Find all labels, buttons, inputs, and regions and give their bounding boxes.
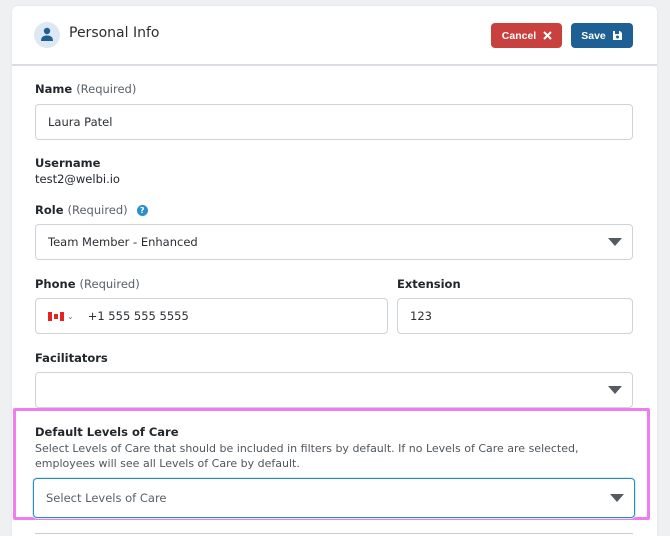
name-input[interactable]: Laura Patel <box>35 104 633 140</box>
caret-down-icon <box>610 494 624 502</box>
facilitators-label: Facilitators <box>35 351 108 365</box>
save-button[interactable]: Save <box>571 23 633 48</box>
canada-flag-icon[interactable]: ⌄ <box>48 311 74 321</box>
role-label-text: Role <box>35 203 64 217</box>
username-value: test2@welbi.io <box>35 172 120 186</box>
name-required-text: (Required) <box>76 82 137 96</box>
extension-input[interactable]: 123 <box>397 298 633 334</box>
username-label: Username <box>35 156 101 170</box>
role-select[interactable]: Team Member - Enhanced <box>35 224 633 260</box>
levels-of-care-label: Default Levels of Care <box>35 425 179 439</box>
cancel-button[interactable]: Cancel <box>491 23 562 48</box>
phone-label-text: Phone <box>35 277 76 291</box>
cancel-button-label: Cancel <box>501 29 537 42</box>
close-icon <box>543 31 552 40</box>
name-label-text: Name <box>35 82 73 96</box>
chevron-down-icon: ⌄ <box>67 311 74 321</box>
caret-down-icon <box>608 238 622 246</box>
caret-down-icon <box>608 386 622 394</box>
extension-label: Extension <box>397 277 461 291</box>
floppy-disk-icon <box>612 30 623 41</box>
role-select-value: Team Member - Enhanced <box>48 235 198 249</box>
phone-required-text: (Required) <box>79 277 140 291</box>
page-title: Personal Info <box>69 25 160 41</box>
levels-of-care-placeholder: Select Levels of Care <box>46 491 167 505</box>
help-icon[interactable]: ? <box>136 205 148 216</box>
user-icon <box>34 22 60 48</box>
phone-input-value: +1 555 555 5555 <box>87 309 189 323</box>
divider <box>35 533 633 534</box>
name-label: Name (Required) <box>35 82 136 96</box>
facilitators-select[interactable] <box>35 372 633 408</box>
role-required-text: (Required) <box>67 203 128 217</box>
name-input-value: Laura Patel <box>48 115 113 129</box>
role-label: Role (Required) ? <box>35 203 148 217</box>
extension-input-value: 123 <box>410 309 432 323</box>
levels-of-care-description: Select Levels of Care that should be inc… <box>35 442 579 470</box>
phone-label: Phone (Required) <box>35 277 140 291</box>
phone-input[interactable]: ⌄ +1 555 555 5555 <box>35 298 388 334</box>
levels-of-care-select[interactable]: Select Levels of Care <box>33 478 635 518</box>
card-header: Personal Info Cancel Save <box>12 6 657 66</box>
save-button-label: Save <box>581 29 606 42</box>
